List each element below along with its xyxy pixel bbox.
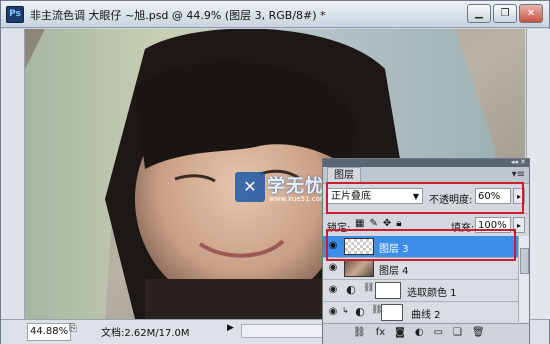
photoshop-app-icon: Ps [6, 6, 24, 23]
lock-position-icon[interactable]: ✥ [383, 218, 391, 229]
opacity-slider-arrow-icon[interactable]: ▸ [513, 188, 525, 204]
lock-options: ▦ ✎ ✥ 🔒︎ [355, 218, 402, 229]
layer-name: 曲线 2 [411, 310, 441, 321]
layer-name: 图层 4 [379, 266, 409, 277]
layer-thumbnail [344, 260, 374, 277]
layer-name: 选取颜色 1 [407, 288, 457, 299]
collapse-panel-icon[interactable]: ◂◂ ✕ [511, 158, 526, 166]
adjustment-layer-icon: ◐ [346, 283, 356, 296]
layer-list-scrollbar[interactable] [518, 236, 529, 322]
status-menu-arrow-icon[interactable]: ▶ [227, 323, 237, 337]
new-adjustment-layer-icon[interactable]: ◐ [415, 327, 424, 338]
layer-thumbnail [344, 238, 374, 255]
fill-label: 填充: [451, 223, 475, 234]
add-mask-icon[interactable]: ◙ [395, 327, 405, 338]
lock-all-icon[interactable]: 🔒︎ [396, 218, 401, 229]
lock-transparency-icon[interactable]: ▦ [355, 218, 364, 229]
layer-row[interactable]: ◉ 图层 3 [323, 236, 518, 258]
close-button[interactable]: ✕ [519, 4, 543, 23]
visibility-eye-icon[interactable]: ◉ [326, 283, 340, 297]
visibility-eye-icon[interactable]: ◉ [326, 239, 340, 253]
visibility-eye-icon[interactable]: ◉ [326, 305, 340, 319]
new-layer-icon[interactable]: ❏ [453, 327, 462, 338]
panel-tab-row: 图层 ▾≡ [323, 167, 529, 184]
blend-options-row: 正片叠底 ▼ 不透明度: 60% ▸ [323, 185, 529, 209]
zoom-level-field[interactable]: 44.88% [27, 323, 71, 341]
layers-panel: ◂◂ ✕ 图层 ▾≡ 正片叠底 ▼ 不透明度: 60% ▸ 锁定: ▦ ✎ ✥ … [322, 158, 530, 344]
watermark-logo-icon: ✕ [235, 172, 265, 202]
clip-arrow-icon: ↳ [342, 306, 349, 315]
layer-style-icon[interactable]: fx [376, 327, 385, 338]
scroll-thumb[interactable] [520, 248, 529, 274]
restore-button[interactable]: ❐ [493, 4, 517, 23]
panel-footer: ⛓ fx ◙ ◐ ▭ ❏ 🗑︎ [323, 323, 529, 344]
layer-mask-thumbnail [381, 304, 403, 321]
horizontal-scrollbar[interactable] [241, 324, 323, 338]
blend-mode-value: 正片叠底 [331, 191, 371, 202]
layer-list: ◉ 图层 3 ◉ 图层 4 ◉ ◐ ⛓ 选取颜色 1 ◉ ↳ ◐ ⛓ 曲线 2 [323, 236, 518, 322]
title-bar: Ps 非主流色调 大眼仔 ~旭.psd @ 44.9% (图层 3, RGB/8… [1, 1, 549, 28]
watermark-url: www.xue51.com [269, 195, 327, 203]
layer-row[interactable]: ◉ ↳ ◐ ⛓ 曲线 2 [323, 302, 518, 322]
minimize-button[interactable]: ▁ [467, 4, 491, 23]
opacity-field[interactable]: 60% [475, 188, 511, 204]
lock-label: 锁定: [327, 223, 351, 234]
chevron-down-icon: ▼ [412, 192, 419, 201]
lock-fill-row: 锁定: ▦ ✎ ✥ 🔒︎ 填充: 100% ▸ [323, 213, 529, 237]
layer-row[interactable]: ◉ ◐ ⛓ 选取颜色 1 [323, 280, 518, 302]
fill-slider-arrow-icon[interactable]: ▸ [513, 217, 525, 233]
window-title: 非主流色调 大眼仔 ~旭.psd @ 44.9% (图层 3, RGB/8#) … [30, 9, 326, 22]
adjustment-layer-icon: ◐ [355, 305, 365, 318]
left-gutter [1, 29, 25, 319]
layer-row[interactable]: ◉ 图层 4 [323, 258, 518, 280]
document-size: 文档:2.62M/17.0M [101, 328, 190, 339]
mask-link-icon[interactable]: ⛓ [363, 283, 374, 297]
panel-header-strip: ◂◂ ✕ [323, 158, 529, 167]
panel-footer-actions: ⛓ fx ◙ ◐ ▭ ❏ 🗑︎ [353, 327, 485, 338]
link-layers-icon[interactable]: ⛓ [353, 327, 366, 338]
opacity-label: 不透明度: [429, 195, 473, 206]
layer-name: 图层 3 [379, 244, 409, 255]
visibility-eye-icon[interactable]: ◉ [326, 261, 340, 275]
watermark: ✕ 学无忧 www.xue51.com [235, 172, 327, 206]
panel-menu-icon[interactable]: ▾≡ [512, 169, 525, 180]
lock-pixels-icon[interactable]: ✎ [369, 218, 377, 229]
fill-field[interactable]: 100% [475, 217, 511, 233]
tab-layers[interactable]: 图层 [327, 167, 361, 184]
delete-layer-icon[interactable]: 🗑︎ [472, 327, 485, 338]
layer-mask-thumbnail [375, 282, 401, 299]
window-controls: ▁ ❐ ✕ [467, 4, 543, 23]
blend-mode-select[interactable]: 正片叠底 ▼ [327, 188, 423, 204]
mask-link-icon[interactable]: ⛓ [371, 305, 382, 319]
new-group-icon[interactable]: ▭ [434, 327, 443, 338]
document-info-icon[interactable]: ⎘ [69, 323, 83, 337]
